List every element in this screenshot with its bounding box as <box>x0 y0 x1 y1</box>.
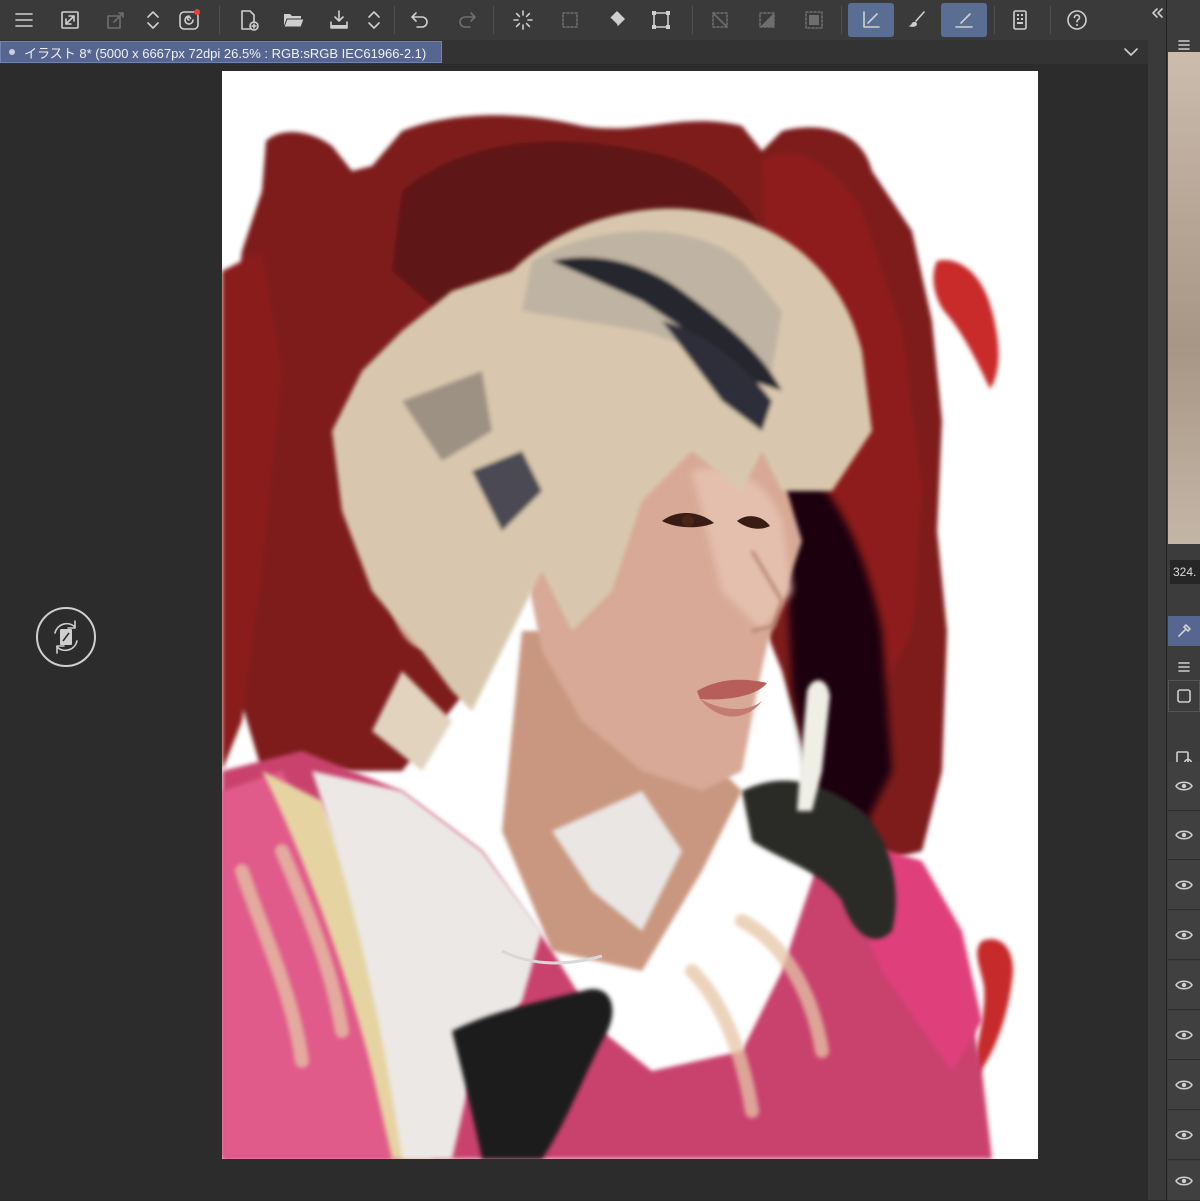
eye-icon <box>1175 930 1193 940</box>
layer-visibility-toggle[interactable] <box>1168 811 1200 860</box>
layer-visibility-toggle[interactable] <box>1168 1161 1200 1201</box>
menu-icon[interactable] <box>7 3 41 37</box>
rotate-canvas-icon[interactable] <box>36 607 96 667</box>
layer-visibility-toggle[interactable] <box>1168 1011 1200 1060</box>
eyedropper-icon[interactable] <box>1168 616 1200 646</box>
fill-bucket-icon[interactable] <box>600 3 634 37</box>
eye-icon <box>1175 830 1193 840</box>
document-tab[interactable]: イラスト 8* (5000 x 6667px 72dpi 26.5% : RGB… <box>0 41 442 63</box>
layer-visibility-toggle[interactable] <box>1168 911 1200 960</box>
spinner-icon[interactable] <box>357 3 391 37</box>
save-icon[interactable] <box>322 3 356 37</box>
tab-indicator <box>9 49 15 55</box>
layer-visibility-toggle[interactable] <box>1168 961 1200 1010</box>
correction-line-icon[interactable] <box>941 3 987 37</box>
eye-icon <box>1175 880 1193 890</box>
crop-icon[interactable] <box>644 3 678 37</box>
spinner-icon[interactable] <box>136 3 170 37</box>
document-tab-bar: イラスト 8* (5000 x 6667px 72dpi 26.5% : RGB… <box>0 40 1148 64</box>
chevron-down-icon[interactable] <box>1122 43 1140 61</box>
brush-icon[interactable] <box>899 3 933 37</box>
drawing-canvas[interactable] <box>222 71 1038 1159</box>
eye-icon <box>1175 781 1193 791</box>
open-folder-icon[interactable] <box>276 3 310 37</box>
show-selection-icon[interactable] <box>797 3 831 37</box>
edge-keyboard-icon[interactable] <box>1003 3 1037 37</box>
layer-visibility-toggle[interactable] <box>1168 1061 1200 1110</box>
eye-icon <box>1175 1030 1193 1040</box>
layer-panel-menu-icon[interactable] <box>1168 652 1200 682</box>
zoom-readout[interactable]: 324. <box>1170 560 1200 584</box>
invert-selection-icon[interactable] <box>750 3 784 37</box>
redo-icon[interactable] <box>450 3 484 37</box>
layer-visibility-toggle[interactable] <box>1168 1111 1200 1160</box>
clear-selection-icon[interactable] <box>703 3 737 37</box>
double-chevron-left-icon[interactable] <box>1148 4 1166 22</box>
pen-pressure-icon[interactable] <box>848 3 894 37</box>
eye-icon <box>1175 1080 1193 1090</box>
help-icon[interactable] <box>1060 3 1094 37</box>
transform-icon[interactable] <box>99 3 133 37</box>
navigator-preview[interactable] <box>1168 52 1200 544</box>
panel-collapse-strip[interactable] <box>1148 0 1166 1200</box>
eye-icon <box>1175 1175 1193 1186</box>
cloud-sync-icon[interactable] <box>172 3 206 37</box>
selection-icon[interactable] <box>553 3 587 37</box>
layer-visibility-toggle[interactable] <box>1168 861 1200 910</box>
document-tab-title: イラスト 8* (5000 x 6667px 72dpi 26.5% : RGB… <box>24 45 427 61</box>
undo-icon[interactable] <box>403 3 437 37</box>
command-bar <box>0 0 1148 41</box>
eye-icon <box>1175 1130 1193 1140</box>
new-layer-icon[interactable] <box>1168 680 1200 712</box>
eye-icon <box>1175 980 1193 990</box>
layer-visibility-toggle[interactable] <box>1168 762 1200 811</box>
fit-screen-icon[interactable] <box>53 3 87 37</box>
illustration-artwork <box>222 115 1013 1159</box>
loading-icon[interactable] <box>506 3 540 37</box>
new-document-icon[interactable] <box>231 3 265 37</box>
